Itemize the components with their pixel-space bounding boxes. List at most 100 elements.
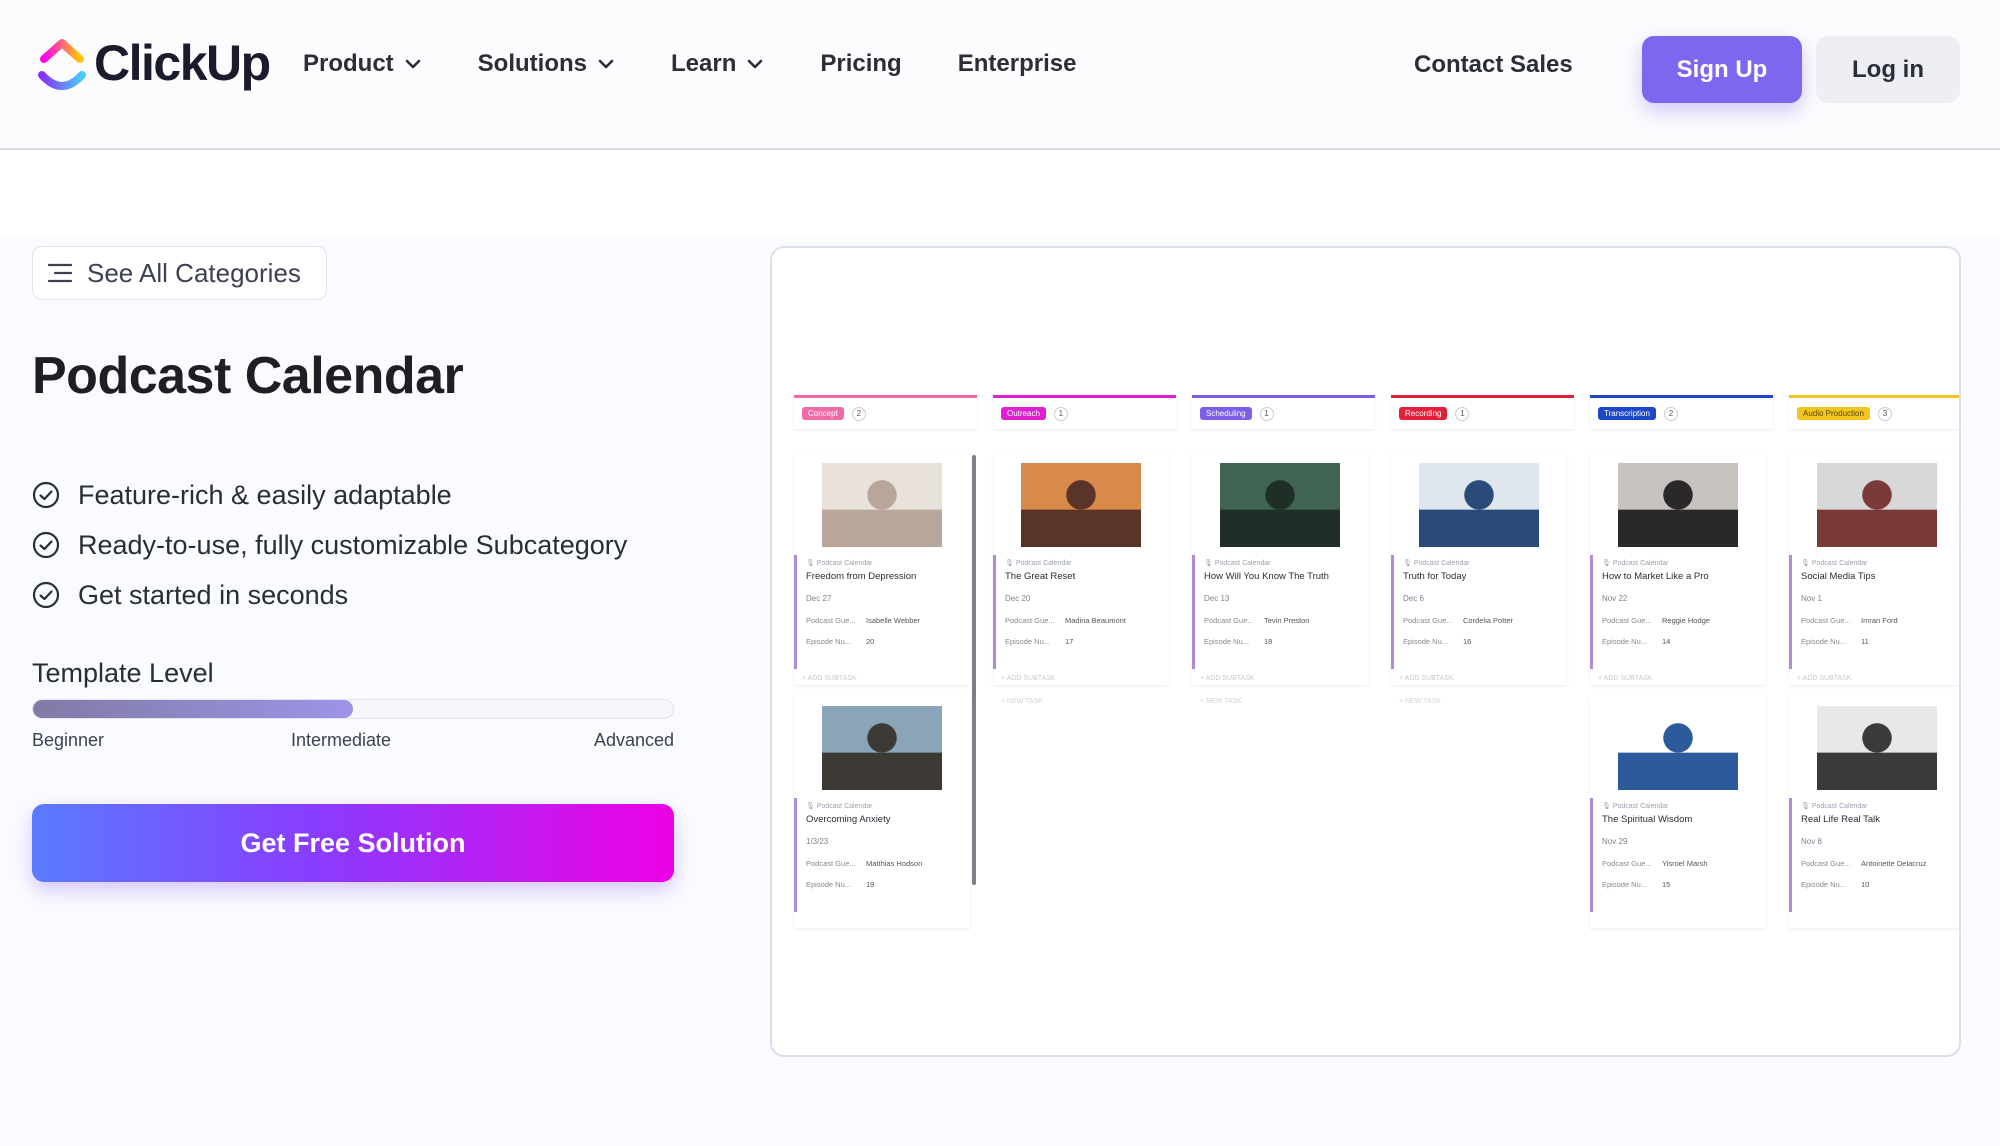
- guest-photo: [1021, 463, 1141, 547]
- chevron-down-icon: [748, 59, 763, 69]
- episode-row: Episode Nu... 16: [1403, 637, 1567, 646]
- nav-learn-label: Learn: [671, 50, 737, 77]
- guest-label: Podcast Gue...: [1801, 859, 1851, 868]
- template-preview-image: Concept 2 🎙 Podcast Calendar Freedom from D…: [770, 246, 1961, 1057]
- nav-pricing[interactable]: Pricing: [820, 50, 901, 78]
- episode-row: Episode Nu... 11: [1801, 637, 1959, 646]
- episode-label: Episode Nu...: [1602, 880, 1648, 889]
- nav-learn[interactable]: Learn: [671, 50, 764, 78]
- see-all-categories-button[interactable]: See All Categories: [32, 246, 327, 300]
- episode-label: Episode Nu...: [806, 880, 852, 889]
- new-task-link: + NEW TASK: [1001, 698, 1043, 705]
- episode-value: 20: [866, 637, 875, 646]
- guest-label: Podcast Gue...: [1204, 616, 1254, 625]
- guest-label: Podcast Gue...: [1602, 859, 1652, 868]
- episode-row: Episode Nu... 18: [1204, 637, 1368, 646]
- guest-photo: [1220, 463, 1340, 547]
- guest-row: Podcast Gue... Isabelle Webber: [806, 616, 970, 625]
- card-list-name: 🎙 Podcast Calendar: [1602, 803, 1669, 810]
- status-tag: Transcription: [1598, 407, 1656, 420]
- card-details: 🎙 Podcast Calendar How to Market Like a P…: [1590, 555, 1766, 669]
- status-tag: Audio Production: [1797, 407, 1870, 420]
- status-count: 2: [851, 406, 866, 421]
- card-title: Social Media Tips: [1801, 571, 1876, 582]
- column-header: Scheduling 1: [1192, 395, 1375, 429]
- page-title: Podcast Calendar: [32, 347, 464, 405]
- guest-photo: [822, 706, 942, 790]
- guest-row: Podcast Gue... Yisroel Marsh: [1602, 859, 1766, 868]
- guest-label: Podcast Gue...: [1602, 616, 1652, 625]
- card-title: Freedom from Depression: [806, 571, 917, 582]
- guest-label: Podcast Gue...: [1403, 616, 1453, 625]
- card-list-name: 🎙 Podcast Calendar: [1801, 560, 1868, 567]
- task-card: 🎙 Podcast Calendar The Great Reset Dec 20 P…: [993, 453, 1169, 685]
- episode-label: Episode Nu...: [806, 637, 852, 646]
- check-circle-icon: [32, 531, 60, 559]
- card-title: Truth for Today: [1403, 571, 1467, 582]
- template-level-bar: [32, 699, 674, 719]
- add-subtask-link: + ADD SUBTASK: [1399, 675, 1454, 682]
- column-header: Transcription 2: [1590, 395, 1773, 429]
- episode-row: Episode Nu... 17: [1005, 637, 1169, 646]
- new-task-link: + NEW TASK: [1200, 698, 1242, 705]
- task-card: 🎙 Podcast Calendar Truth for Today Dec 6 Po…: [1391, 453, 1567, 685]
- template-level-fill: [33, 700, 353, 718]
- episode-label: Episode Nu...: [1801, 637, 1847, 646]
- get-free-solution-button[interactable]: Get Free Solution: [32, 804, 674, 882]
- guest-photo: [1817, 706, 1937, 790]
- episode-value: 11: [1861, 637, 1869, 646]
- status-tag: Concept: [802, 407, 844, 420]
- log-in-button[interactable]: Log in: [1816, 36, 1960, 103]
- guest-value: Cordelia Potter: [1463, 616, 1514, 625]
- nav-enterprise[interactable]: Enterprise: [958, 50, 1077, 78]
- status-count: 1: [1259, 406, 1274, 421]
- add-subtask-link: + ADD SUBTASK: [1200, 675, 1255, 682]
- clickup-logo-icon: [38, 39, 86, 90]
- episode-row: Episode Nu... 20: [806, 637, 970, 646]
- card-details: 🎙 Podcast Calendar Truth for Today Dec 6 Po…: [1391, 555, 1567, 669]
- sign-up-button[interactable]: Sign Up: [1642, 36, 1802, 103]
- guest-row: Podcast Gue... Imran Ford: [1801, 616, 1959, 625]
- guest-photo: [1618, 706, 1738, 790]
- card-date: Dec 13: [1204, 594, 1230, 603]
- guest-photo: [1618, 463, 1738, 547]
- card-list-name: 🎙 Podcast Calendar: [1801, 803, 1868, 810]
- guest-row: Podcast Gue... Antoinette Delacruz: [1801, 859, 1959, 868]
- column-header: Concept 2: [794, 395, 977, 429]
- status-tag: Scheduling: [1200, 407, 1252, 420]
- card-date: Dec 20: [1005, 594, 1031, 603]
- card-list-name: 🎙 Podcast Calendar: [1204, 560, 1271, 567]
- clickup-logo[interactable]: ClickUp: [38, 34, 271, 92]
- guest-value: Tevin Preston: [1264, 616, 1310, 625]
- template-level-label: Template Level: [32, 658, 214, 688]
- task-card: 🎙 Podcast Calendar Freedom from Depressio…: [794, 453, 970, 685]
- status-count: 1: [1053, 406, 1068, 421]
- card-details: 🎙 Podcast Calendar The Spiritual Wisdom No…: [1590, 798, 1766, 912]
- level-tick-beginner: Beginner: [32, 730, 105, 750]
- contact-sales-link[interactable]: Contact Sales: [1414, 51, 1573, 79]
- nav-enterprise-label: Enterprise: [957, 50, 1077, 77]
- status-count: 1: [1455, 406, 1470, 421]
- chevron-down-icon: [598, 59, 614, 69]
- feature-list: Feature-rich & easily adaptable Ready-to…: [32, 470, 627, 620]
- task-card: 🎙 Podcast Calendar How to Market Like a P…: [1590, 453, 1766, 685]
- column-scrollbar: [972, 455, 976, 885]
- status-count: 2: [1663, 406, 1678, 421]
- card-details: 🎙 Podcast Calendar Social Media Tips Nov 1…: [1789, 555, 1959, 669]
- card-title: How Will You Know The Truth: [1204, 571, 1329, 582]
- card-list-name: 🎙 Podcast Calendar: [806, 560, 873, 567]
- episode-row: Episode Nu... 10: [1801, 880, 1959, 889]
- nav-solutions[interactable]: Solutions: [478, 50, 615, 78]
- nav-pricing-label: Pricing: [820, 50, 902, 77]
- episode-value: 19: [866, 880, 875, 889]
- add-subtask-link: + ADD SUBTASK: [1001, 675, 1056, 682]
- task-card: 🎙 Podcast Calendar Social Media Tips Nov 1…: [1789, 453, 1959, 685]
- card-details: 🎙 Podcast Calendar The Great Reset Dec 20 P…: [993, 555, 1169, 669]
- card-title: Real Life Real Talk: [1801, 814, 1881, 825]
- feature-text: Feature-rich & easily adaptable: [78, 479, 452, 510]
- nav-product[interactable]: Product: [303, 50, 422, 78]
- card-list-name: 🎙 Podcast Calendar: [806, 803, 873, 810]
- board-view: Concept 2 🎙 Podcast Calendar Freedom from D…: [794, 395, 1959, 995]
- episode-value: 18: [1264, 637, 1273, 646]
- status-tag: Outreach: [1001, 407, 1046, 420]
